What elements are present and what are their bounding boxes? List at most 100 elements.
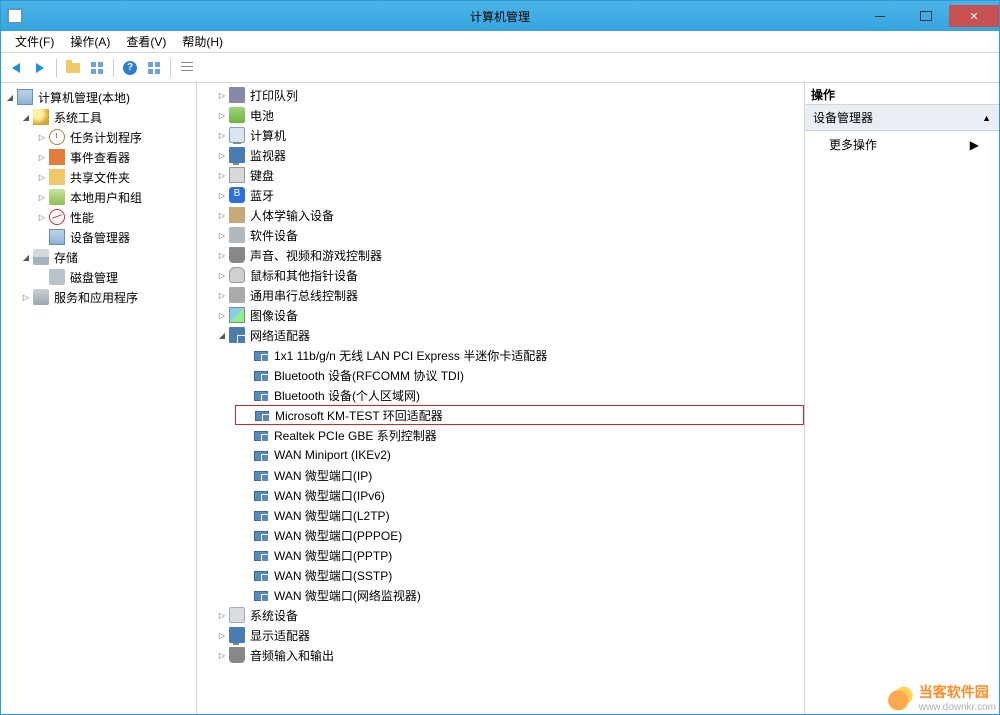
dev-imaging[interactable]: 图像设备	[197, 305, 804, 325]
network-adapter-item[interactable]: 1x1 11b/g/n 无线 LAN PCI Express 半迷你卡适配器	[235, 345, 804, 365]
toggle-icon[interactable]	[215, 268, 229, 282]
netadapter-icon	[253, 367, 269, 383]
network-adapter-item[interactable]: WAN 微型端口(PPPOE)	[235, 525, 804, 545]
toggle-icon[interactable]	[215, 148, 229, 162]
dev-hid[interactable]: 人体学输入设备	[197, 205, 804, 225]
network-adapter-item[interactable]: Microsoft KM-TEST 环回适配器	[235, 405, 804, 425]
toggle-icon[interactable]	[19, 250, 33, 264]
tree-item-performance[interactable]: 性能	[35, 207, 194, 227]
dev-computer[interactable]: 计算机	[197, 125, 804, 145]
toggle-icon[interactable]	[215, 628, 229, 642]
network-adapter-item[interactable]: WAN 微型端口(L2TP)	[235, 505, 804, 525]
network-adapter-item[interactable]: WAN 微型端口(IP)	[235, 465, 804, 485]
network-adapter-item[interactable]: WAN 微型端口(IPv6)	[235, 485, 804, 505]
dev-system-devices[interactable]: 系统设备	[197, 605, 804, 625]
toggle-icon[interactable]	[3, 90, 17, 104]
tree-item-disk-management[interactable]: 磁盘管理	[35, 267, 194, 287]
disk-icon	[49, 269, 65, 285]
dev-mouse[interactable]: 鼠标和其他指针设备	[197, 265, 804, 285]
tree-item-root[interactable]: 计算机管理(本地)	[3, 87, 194, 107]
dev-monitors[interactable]: 监视器	[197, 145, 804, 165]
view-button[interactable]	[143, 57, 165, 79]
tree-item-device-manager[interactable]: 设备管理器	[35, 227, 194, 247]
left-tree-pane[interactable]: 计算机管理(本地) 系统工具 任务计划程序 事件查看器 共享文件夹	[1, 83, 197, 714]
hid-icon	[229, 207, 245, 223]
toggle-icon[interactable]	[215, 208, 229, 222]
dev-batteries[interactable]: 电池	[197, 105, 804, 125]
menu-help[interactable]: 帮助(H)	[174, 31, 231, 52]
network-adapter-item[interactable]: WAN 微型端口(SSTP)	[235, 565, 804, 585]
netadapter-icon	[254, 407, 270, 423]
toggle-icon[interactable]	[35, 170, 49, 184]
dev-sound[interactable]: 声音、视频和游戏控制器	[197, 245, 804, 265]
toggle-icon[interactable]	[215, 648, 229, 662]
center-scroll[interactable]: 打印队列 电池 计算机 监视器 键盘 蓝牙 人体学输入设备 软件设备 声音、视频…	[197, 85, 804, 712]
tree-label: 软件设备	[248, 226, 300, 245]
dev-audio-io[interactable]: 音频输入和输出	[197, 645, 804, 665]
menu-action[interactable]: 操作(A)	[62, 31, 118, 52]
toggle-icon[interactable]	[215, 108, 229, 122]
titlebar[interactable]: 计算机管理	[1, 1, 999, 31]
collapse-icon[interactable]: ▲	[982, 113, 991, 123]
tree-label: WAN 微型端口(PPTP)	[272, 546, 394, 565]
network-adapter-item[interactable]: Bluetooth 设备(个人区域网)	[235, 385, 804, 405]
toggle-icon[interactable]	[19, 290, 33, 304]
dev-keyboards[interactable]: 键盘	[197, 165, 804, 185]
properties-button[interactable]	[86, 57, 108, 79]
network-adapter-item[interactable]: Bluetooth 设备(RFCOMM 协议 TDI)	[235, 365, 804, 385]
imaging-icon	[229, 307, 245, 323]
netadapter-icon	[253, 427, 269, 443]
toggle-icon[interactable]	[215, 308, 229, 322]
tree-item-event-viewer[interactable]: 事件查看器	[35, 147, 194, 167]
network-adapter-item[interactable]: WAN Miniport (IKEv2)	[235, 445, 804, 465]
toggle-icon[interactable]	[19, 110, 33, 124]
tree-item-services[interactable]: 服务和应用程序	[19, 287, 194, 307]
menu-file[interactable]: 文件(F)	[7, 31, 62, 52]
tree-item-local-users[interactable]: 本地用户和组	[35, 187, 194, 207]
actions-header: 操作	[805, 83, 999, 105]
actions-section-title[interactable]: 设备管理器 ▲	[805, 105, 999, 131]
dev-usb[interactable]: 通用串行总线控制器	[197, 285, 804, 305]
dev-print-queues[interactable]: 打印队列	[197, 85, 804, 105]
refresh-button[interactable]	[176, 57, 198, 79]
toggle-icon[interactable]	[215, 88, 229, 102]
printer-icon	[229, 87, 245, 103]
network-adapter-item[interactable]: WAN 微型端口(PPTP)	[235, 545, 804, 565]
toggle-icon[interactable]	[35, 130, 49, 144]
forward-button[interactable]	[29, 57, 51, 79]
network-adapter-item[interactable]: Realtek PCIe GBE 系列控制器	[235, 425, 804, 445]
minimize-button[interactable]	[857, 5, 903, 27]
toggle-icon[interactable]	[35, 210, 49, 224]
tree-label: 服务和应用程序	[52, 288, 140, 307]
toggle-icon[interactable]	[35, 150, 49, 164]
window-title: 计算机管理	[470, 8, 530, 25]
more-actions-item[interactable]: 更多操作 ▶	[805, 131, 999, 158]
toggle-icon[interactable]	[215, 188, 229, 202]
maximize-button[interactable]	[903, 5, 949, 27]
back-button[interactable]	[5, 57, 27, 79]
dev-software[interactable]: 软件设备	[197, 225, 804, 245]
toggle-icon[interactable]	[215, 128, 229, 142]
dev-bluetooth[interactable]: 蓝牙	[197, 185, 804, 205]
network-adapter-item[interactable]: WAN 微型端口(网络监视器)	[235, 585, 804, 605]
tree-item-task-scheduler[interactable]: 任务计划程序	[35, 127, 194, 147]
toggle-icon[interactable]	[215, 228, 229, 242]
toggle-icon[interactable]	[215, 248, 229, 262]
toggle-icon[interactable]	[215, 288, 229, 302]
tree-label: WAN 微型端口(SSTP)	[272, 566, 394, 585]
toggle-icon[interactable]	[35, 190, 49, 204]
tree-label: 1x1 11b/g/n 无线 LAN PCI Express 半迷你卡适配器	[272, 346, 549, 365]
tree-label: 共享文件夹	[68, 168, 132, 187]
close-button[interactable]	[949, 5, 999, 27]
dev-display-adapters[interactable]: 显示适配器	[197, 625, 804, 645]
up-button[interactable]	[62, 57, 84, 79]
tree-item-system-tools[interactable]: 系统工具	[19, 107, 194, 127]
toggle-icon[interactable]	[215, 328, 229, 342]
dev-network-adapters[interactable]: 网络适配器	[197, 325, 804, 345]
toggle-icon[interactable]	[215, 168, 229, 182]
toggle-icon[interactable]	[215, 608, 229, 622]
help-button[interactable]	[119, 57, 141, 79]
tree-item-shared-folders[interactable]: 共享文件夹	[35, 167, 194, 187]
tree-item-storage[interactable]: 存储	[19, 247, 194, 267]
menu-view[interactable]: 查看(V)	[118, 31, 174, 52]
